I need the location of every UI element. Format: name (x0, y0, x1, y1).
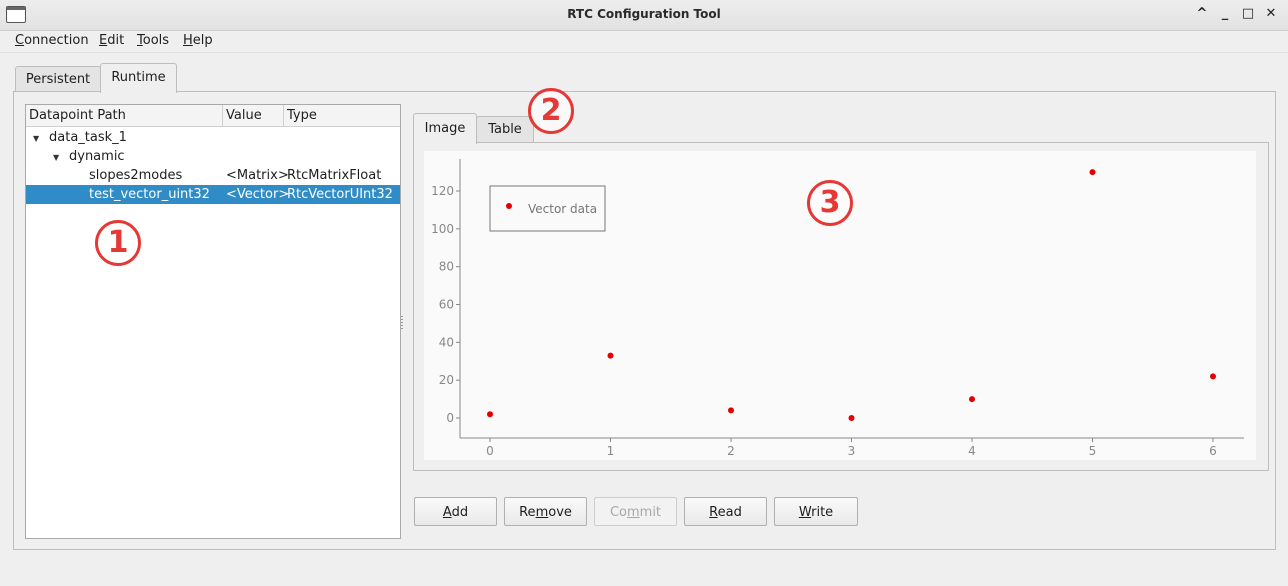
keep-above-icon[interactable]: ^ (1195, 5, 1209, 23)
x-tick-label: 5 (1089, 444, 1097, 458)
title-bar: RTC Configuration Tool ^ _ □ ✕ (0, 0, 1288, 31)
x-tick-label: 0 (486, 444, 494, 458)
chart-legend: Vector data (489, 185, 606, 232)
datapoint-tree[interactable]: Datapoint Path Value Type ▼ data_task_1 … (25, 104, 401, 539)
tree-type: RtcMatrixFloat (287, 168, 382, 183)
legend-label: Vector data (528, 202, 597, 216)
menu-connection[interactable]: Connection (15, 33, 89, 48)
column-header-value[interactable]: Value (223, 105, 284, 126)
y-tick-label: 60 (439, 298, 454, 312)
callout-3: 3 (807, 180, 853, 226)
close-icon[interactable]: ✕ (1264, 5, 1278, 23)
tree-row[interactable]: ▼ data_task_1 (26, 128, 400, 147)
y-tick-label: 20 (439, 373, 454, 387)
menu-help[interactable]: Help (183, 33, 213, 48)
y-tick-label: 40 (439, 335, 454, 349)
remove-button[interactable]: Remove (504, 497, 587, 526)
commit-button[interactable]: Commit (594, 497, 677, 526)
data-point (607, 352, 614, 359)
data-point (969, 396, 975, 403)
y-tick-label: 80 (439, 260, 454, 274)
tab-image[interactable]: Image (413, 113, 477, 144)
y-tick-label: 120 (431, 184, 454, 198)
window-title: RTC Configuration Tool (567, 7, 721, 21)
splitter-handle[interactable] (401, 316, 403, 330)
y-tick-label: 0 (446, 411, 454, 425)
tree-row[interactable]: slopes2modes <Matrix> RtcMatrixFloat (26, 166, 400, 185)
minimize-icon[interactable]: _ (1218, 5, 1232, 23)
x-tick-label: 6 (1209, 444, 1217, 458)
column-header-path[interactable]: Datapoint Path (26, 105, 223, 126)
data-point (487, 411, 493, 418)
tab-runtime[interactable]: Runtime (100, 63, 177, 93)
data-point (848, 415, 855, 421)
menu-tools[interactable]: Tools (137, 33, 169, 48)
column-header-type[interactable]: Type (284, 105, 400, 126)
maximize-icon[interactable]: □ (1241, 5, 1255, 23)
tab-persistent[interactable]: Persistent (15, 66, 101, 92)
callout-1: 1 (95, 220, 141, 266)
tree-row-selected[interactable]: test_vector_uint32 <Vector> RtcVectorUIn… (26, 185, 400, 204)
tree-path: slopes2modes (89, 168, 183, 183)
data-point (728, 407, 734, 414)
x-tick-label: 2 (727, 444, 735, 458)
x-tick-label: 3 (848, 444, 856, 458)
write-button[interactable]: Write (774, 497, 858, 526)
expand-arrow-icon[interactable]: ▼ (53, 148, 59, 167)
menu-bar: Connection Edit Tools Help (0, 30, 1288, 53)
callout-2: 2 (528, 88, 574, 134)
tree-path: test_vector_uint32 (89, 187, 210, 202)
tree-path: data_task_1 (49, 130, 127, 145)
data-point (1089, 169, 1096, 176)
add-button[interactable]: Add (414, 497, 497, 526)
read-button[interactable]: Read (684, 497, 767, 526)
tree-type: RtcVectorUInt32 (287, 187, 393, 202)
menu-edit[interactable]: Edit (99, 33, 124, 48)
legend-marker (506, 203, 512, 209)
tree-row[interactable]: ▼ dynamic (26, 147, 400, 166)
tree-header: Datapoint Path Value Type (26, 105, 400, 127)
tree-path: dynamic (69, 149, 125, 164)
x-tick-label: 4 (968, 444, 976, 458)
expand-arrow-icon[interactable]: ▼ (33, 129, 39, 148)
data-point (1210, 373, 1216, 380)
y-tick-label: 100 (431, 222, 454, 236)
tree-value: <Vector> (226, 187, 290, 202)
tree-value: <Matrix> (226, 168, 289, 183)
x-tick-label: 1 (607, 444, 615, 458)
tab-table[interactable]: Table (476, 116, 534, 143)
